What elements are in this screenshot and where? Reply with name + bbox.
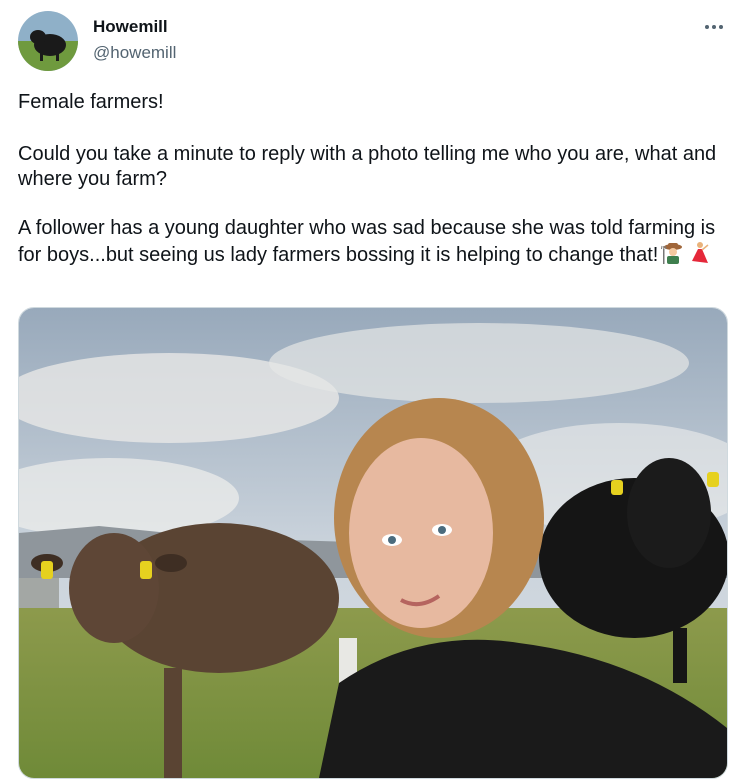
- tweet-paragraph: A follower has a young daughter who was …: [18, 216, 718, 272]
- author-name[interactable]: Howemill: [93, 16, 168, 38]
- dancer-emoji: [688, 241, 712, 272]
- cow-avatar-icon: [18, 11, 78, 71]
- photo-woman-with-cows: [19, 308, 727, 778]
- tweet-paragraph-text: A follower has a young daughter who was …: [18, 217, 716, 266]
- more-options-button[interactable]: [698, 14, 730, 40]
- tweet-paragraph: Could you take a minute to reply with a …: [18, 143, 717, 190]
- tweet-media-image[interactable]: [18, 307, 728, 779]
- author-handle[interactable]: @howemill: [93, 42, 176, 64]
- farmer-emoji: [661, 241, 685, 272]
- more-dots-icon: [705, 25, 723, 29]
- author-avatar[interactable]: [18, 11, 78, 71]
- tweet-paragraph: Female farmers!: [18, 91, 164, 113]
